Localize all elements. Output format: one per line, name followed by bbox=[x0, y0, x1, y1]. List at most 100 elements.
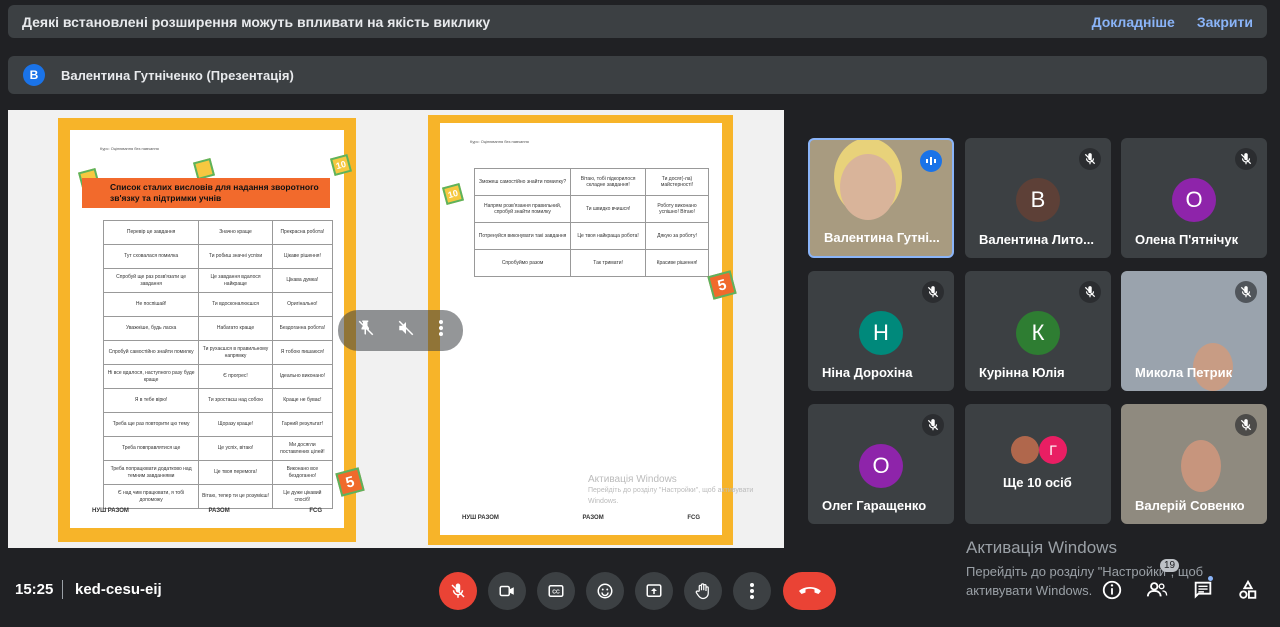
logo-nush: НУШ РАЗОМ bbox=[462, 515, 499, 521]
sticker-5: 5 bbox=[335, 467, 365, 497]
captions-icon: CC bbox=[548, 585, 564, 597]
table-cell: Уважніше, будь ласка bbox=[102, 316, 200, 341]
meeting-details-button[interactable] bbox=[1098, 576, 1126, 604]
participant-tile[interactable]: О Олена П'ятнічук bbox=[1121, 138, 1267, 258]
extensions-warning-banner: Деякі встановлені розширення можуть впли… bbox=[8, 5, 1267, 38]
table-cell: Я в тебе вірю! bbox=[102, 388, 200, 413]
participant-tile[interactable]: Н Ніна Дорохіна bbox=[808, 271, 954, 391]
participant-tile[interactable]: О Олег Гаращенко bbox=[808, 404, 954, 524]
table-cell: Вітаю, тобі підкорилося складне завдання… bbox=[570, 168, 646, 196]
participant-tile[interactable]: Валентина Гутні... bbox=[808, 138, 954, 258]
presenter-label: Валентина Гутніченко (Презентація) bbox=[61, 67, 294, 83]
clock: 15:25 bbox=[15, 581, 54, 598]
table-cell: Спробуй ще раз розв'язати це завдання bbox=[102, 268, 200, 293]
participant-avatar-photo bbox=[1011, 436, 1039, 464]
table-cell: Ти швидко вчишся! bbox=[570, 195, 646, 223]
table-row: Напрям розв'язання правильний, спробуй з… bbox=[473, 195, 709, 223]
participant-tile[interactable]: Г Ще 10 осіб bbox=[965, 404, 1111, 524]
hand-icon bbox=[695, 583, 709, 600]
sticker-10: 10 bbox=[329, 153, 353, 177]
table-row: Є над чим працювати, я тобі допоможу Віта… bbox=[102, 484, 334, 509]
phrases-table-2: Зможеш самостійно знайти помилку? Вітаю, … bbox=[473, 168, 709, 277]
table-row: Тут сховалася помилка Ти робиш значні усп… bbox=[102, 244, 334, 269]
raise-hand-button[interactable] bbox=[684, 572, 722, 610]
table-cell: Є прогрес! bbox=[198, 364, 273, 389]
table-row: Треба ще раз повторити цю тему Щоразу кра… bbox=[102, 412, 334, 437]
meeting-code: ked-cesu-eij bbox=[75, 581, 162, 598]
mic-toggle-button[interactable] bbox=[439, 572, 477, 610]
table-cell: Це твоя найкраща робота! bbox=[570, 222, 646, 250]
participant-name: Валентина Гутні... bbox=[824, 230, 940, 245]
hang-up-icon bbox=[798, 587, 821, 594]
table-row: Треба повправлятися ще Це успіх, вітаю! Ми… bbox=[102, 436, 334, 461]
participant-name: Микола Петрик bbox=[1135, 365, 1233, 380]
people-icon bbox=[1146, 582, 1168, 597]
speaking-indicator-icon bbox=[920, 150, 942, 172]
table-row: Я в тебе вірю! Ти зростаєш над собою Краще… bbox=[102, 388, 334, 413]
table-cell: Спробуй самостійно знайти помилку bbox=[102, 340, 200, 365]
participant-tile[interactable]: К Курінна Юлія bbox=[965, 271, 1111, 391]
table-cell: Треба попрацювати додатково над темним з… bbox=[102, 460, 200, 485]
captions-button[interactable]: CC bbox=[537, 572, 575, 610]
present-button[interactable] bbox=[635, 572, 673, 610]
table-cell: Ми досягли поставлених цілей! bbox=[271, 436, 334, 461]
more-options-icon[interactable] bbox=[438, 319, 444, 342]
logo-razom: РАЗОМ bbox=[582, 515, 604, 521]
table-cell: Ти робиш значні успіхи bbox=[198, 244, 273, 269]
table-cell: Зможеш самостійно знайти помилку? bbox=[473, 168, 572, 196]
table-cell: Ти досяг(-ла) майстерності! bbox=[645, 168, 709, 196]
table-cell: Гарний результат! bbox=[271, 412, 334, 437]
leave-call-button[interactable] bbox=[783, 572, 836, 610]
emoji-icon bbox=[597, 583, 613, 599]
table-cell: Роботу виконано успішно! Вітаю! bbox=[645, 195, 709, 223]
participant-tile[interactable]: В Валентина Лито... bbox=[965, 138, 1111, 258]
table-cell: Ти рухаєшся в правильному напрямку bbox=[198, 340, 273, 365]
table-cell: Значно краще bbox=[198, 220, 273, 245]
mic-off-icon bbox=[1235, 148, 1257, 170]
table-cell: Цікава думка! bbox=[271, 268, 334, 293]
table-cell: Я тобою пишаюся! bbox=[271, 340, 334, 365]
table-cell: Є над чим працювати, я тобі допоможу bbox=[102, 484, 200, 509]
document-watermark: Активація Windows Перейдіть до розділу "… bbox=[588, 474, 784, 507]
reactions-button[interactable] bbox=[586, 572, 624, 610]
mic-off-icon bbox=[1079, 148, 1101, 170]
table-cell: Спробуймо разом bbox=[473, 249, 572, 277]
table-cell: Це успіх, вітаю! bbox=[198, 436, 273, 461]
chat-icon bbox=[1194, 581, 1212, 599]
table-cell: Красиве рішення! bbox=[645, 249, 709, 277]
table-cell: Краще не буває! bbox=[271, 388, 334, 413]
volume-off-icon[interactable] bbox=[397, 319, 415, 342]
table-cell: Ні все вдалося, наступного разу буде кра… bbox=[102, 364, 200, 389]
participant-avatar: О bbox=[859, 444, 903, 488]
details-link[interactable]: Докладніше bbox=[1092, 14, 1175, 30]
participant-name: Валерій Совенко bbox=[1135, 498, 1245, 513]
participant-avatar: Н bbox=[859, 311, 903, 355]
participant-tile[interactable]: Микола Петрик bbox=[1121, 271, 1267, 391]
table-cell: Цікаве рішення! bbox=[271, 244, 334, 269]
participant-avatar: К bbox=[1016, 311, 1060, 355]
table-cell: Вітаю, тепер ти це розумієш! bbox=[198, 484, 273, 509]
pin-off-icon[interactable] bbox=[357, 319, 375, 342]
document-title: Список сталих висловів для надання зворо… bbox=[82, 178, 330, 208]
more-options-button[interactable] bbox=[733, 572, 771, 610]
mic-off-icon bbox=[451, 583, 465, 598]
shared-screen[interactable]: Курс: Оцінювання без навчання 10 Список … bbox=[8, 110, 784, 548]
participant-video bbox=[1181, 440, 1221, 492]
participant-tile[interactable]: Валерій Совенко bbox=[1121, 404, 1267, 524]
table-row: Спробуй ще раз розв'язати це завдання Це … bbox=[102, 268, 334, 293]
people-button[interactable] bbox=[1143, 576, 1171, 604]
table-row: Треба попрацювати додатково над темним з… bbox=[102, 460, 334, 485]
camera-toggle-button[interactable] bbox=[488, 572, 526, 610]
table-row: Перевір це завдання Значно краще Прекрасна… bbox=[102, 220, 334, 245]
table-row: Не поспішай! Ти вдосконалюєшся Оригінально… bbox=[102, 292, 334, 317]
participant-name: Валентина Лито... bbox=[979, 232, 1094, 247]
table-cell: Так тримати! bbox=[570, 249, 646, 277]
table-cell: Напрям розв'язання правильний, спробуй з… bbox=[473, 195, 572, 223]
activities-button[interactable] bbox=[1234, 576, 1262, 604]
more-vert-icon bbox=[750, 583, 754, 599]
document-page-1: Курс: Оцінювання без навчання 10 Список … bbox=[58, 118, 365, 542]
chat-button[interactable] bbox=[1189, 576, 1217, 604]
bottom-toolbar: 15:25 ked-cesu-eij CC 19 bbox=[0, 559, 1280, 615]
close-banner-link[interactable]: Закрити bbox=[1197, 14, 1253, 30]
logo-nush: НУШ РАЗОМ bbox=[92, 508, 129, 514]
